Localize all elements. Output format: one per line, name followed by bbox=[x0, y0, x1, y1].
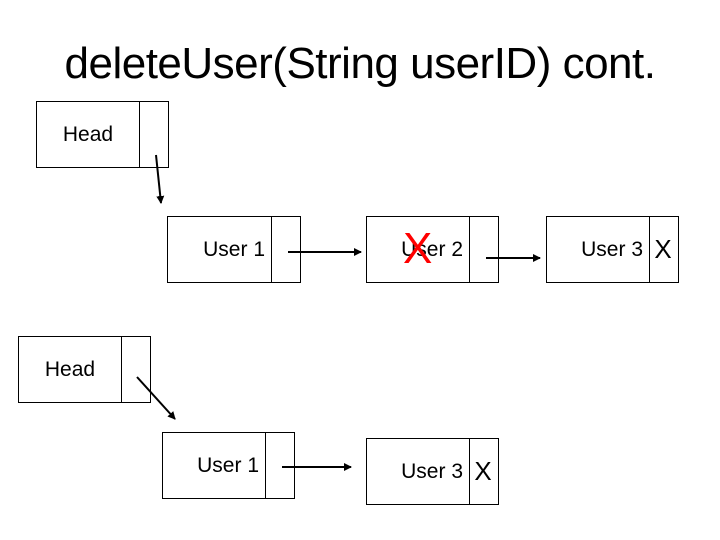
arrows-layer bbox=[136, 154, 541, 471]
arrow-before-head-to-user-1 bbox=[155, 154, 165, 204]
slide: deleteUser(String userID) cont. Head Use… bbox=[0, 0, 720, 540]
arrow-after-head-to-user-1 bbox=[136, 376, 176, 420]
